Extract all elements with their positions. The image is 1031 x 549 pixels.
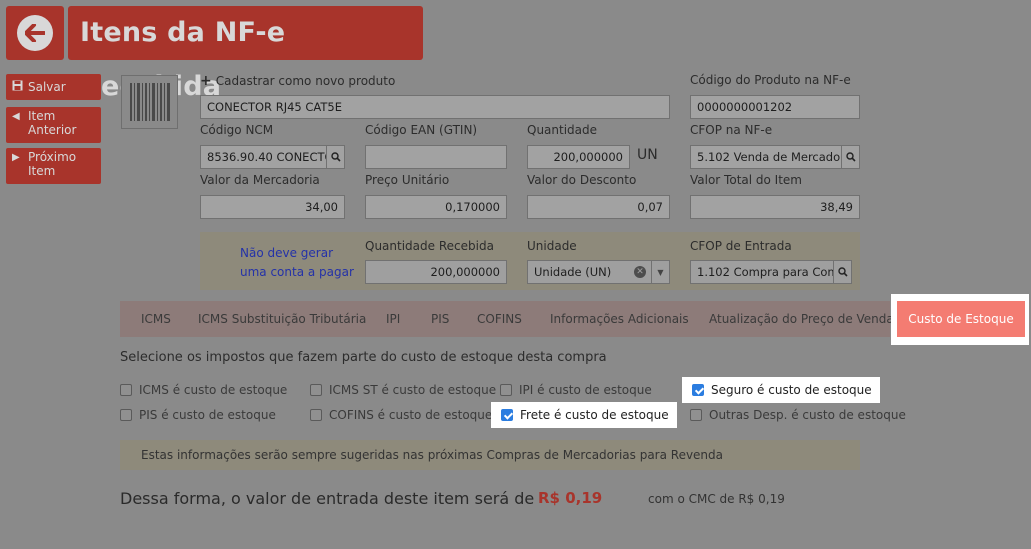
- checkbox-insurance[interactable]: Seguro é custo de estoque: [682, 377, 880, 403]
- unit-select[interactable]: Unidade (UN) ✕ ▼: [527, 260, 670, 284]
- product-name-field[interactable]: CONECTOR RJ45 CAT5E: [200, 95, 670, 119]
- previous-item-button[interactable]: ◀ Item Anterior: [6, 107, 101, 143]
- checkbox-freight[interactable]: Frete é custo de estoque: [491, 402, 677, 428]
- search-icon[interactable]: [841, 146, 859, 168]
- checkbox-label: PIS é custo de estoque: [139, 408, 276, 422]
- search-icon[interactable]: [326, 146, 344, 168]
- tab-icms[interactable]: ICMS: [141, 301, 171, 337]
- tab-icms-st[interactable]: ICMS Substituição Tributária: [198, 301, 366, 337]
- merchandise-value-field[interactable]: 34,00: [200, 195, 345, 219]
- previous-item-label-2: Anterior: [28, 123, 77, 137]
- cmc-value: com o CMC de R$ 0,19: [648, 492, 785, 506]
- info-notice: Estas informações serão sempre sugeridas…: [120, 440, 860, 470]
- tab-cofins[interactable]: COFINS: [477, 301, 522, 337]
- save-label: Salvar: [28, 80, 66, 94]
- floppy-disk-icon: [12, 80, 23, 96]
- unit-value: Unidade (UN): [534, 265, 612, 279]
- cfop-in-label: CFOP de Entrada: [690, 239, 792, 253]
- checkbox-icms[interactable]: ICMS é custo de estoque: [120, 383, 287, 397]
- no-payable-line1: Não deve gerar: [240, 246, 334, 260]
- arrow-left-icon: [17, 15, 53, 51]
- caret-left-icon: ◀: [12, 111, 20, 122]
- back-button[interactable]: [6, 6, 64, 60]
- product-code-label: Código do Produto na NF-e: [690, 73, 851, 87]
- ncm-label: Código NCM: [200, 123, 274, 137]
- entry-value-summary: Dessa forma, o valor de entrada deste it…: [120, 489, 535, 508]
- checkbox-box-checked[interactable]: [501, 409, 513, 421]
- checkbox-box[interactable]: [310, 384, 322, 396]
- tab-pis[interactable]: PIS: [431, 301, 449, 337]
- checkbox-box[interactable]: [690, 409, 702, 421]
- unit-label: Unidade: [527, 239, 577, 253]
- checkbox-box[interactable]: [120, 409, 132, 421]
- tab-price-update[interactable]: Atualização do Preço de Venda: [709, 301, 894, 337]
- add-new-product-label: Cadastrar como novo produto: [215, 74, 396, 88]
- cfop-in-value: 1.102 Compra para Comercialização: [697, 265, 833, 279]
- previous-item-label-1: Item: [28, 109, 56, 123]
- checkbox-label: Outras Desp. é custo de estoque: [709, 408, 906, 422]
- chevron-down-icon[interactable]: ▼: [651, 261, 669, 283]
- plus-icon: +: [200, 73, 212, 89]
- checkbox-label: Seguro é custo de estoque: [711, 383, 872, 397]
- checkbox-box-checked[interactable]: [692, 384, 704, 396]
- checkbox-label: Frete é custo de estoque: [520, 408, 669, 422]
- next-item-label-1: Próximo: [28, 150, 77, 164]
- next-item-label-2: Item: [28, 164, 56, 178]
- ncm-value: 8536.90.40 CONECTORES: [207, 150, 326, 164]
- clear-icon[interactable]: ✕: [634, 266, 646, 278]
- checkbox-icms-st[interactable]: ICMS ST é custo de estoque: [310, 383, 496, 397]
- product-code-field[interactable]: 0000000001202: [690, 95, 860, 119]
- quantity-label: Quantidade: [527, 123, 598, 137]
- save-button[interactable]: Salvar: [6, 74, 101, 100]
- checkbox-other-expenses[interactable]: Outras Desp. é custo de estoque: [690, 408, 906, 422]
- next-item-button[interactable]: ▶ Próximo Item: [6, 148, 101, 184]
- discount-field[interactable]: 0,07: [527, 195, 670, 219]
- cfop-label: CFOP na NF-e: [690, 123, 773, 137]
- checkbox-box[interactable]: [310, 409, 322, 421]
- no-payable-line2: uma conta a pagar: [240, 265, 354, 279]
- discount-label: Valor do Desconto: [527, 173, 637, 187]
- checkbox-ipi[interactable]: IPI é custo de estoque: [500, 383, 652, 397]
- checkbox-pis[interactable]: PIS é custo de estoque: [120, 408, 276, 422]
- ean-label: Código EAN (GTIN): [365, 123, 478, 137]
- checkbox-box[interactable]: [120, 384, 132, 396]
- checkbox-label: ICMS ST é custo de estoque: [329, 383, 497, 397]
- entry-value-price: R$ 0,19: [538, 489, 603, 507]
- add-new-product-link[interactable]: + Cadastrar como novo produto: [200, 73, 395, 89]
- tab-ipi[interactable]: IPI: [386, 301, 400, 337]
- cfop-in-field[interactable]: 1.102 Compra para Comercialização: [690, 260, 852, 284]
- checkbox-cofins[interactable]: COFINS é custo de estoque: [310, 408, 492, 422]
- total-field[interactable]: 38,49: [690, 195, 860, 219]
- ean-field[interactable]: [365, 145, 507, 169]
- tab-info[interactable]: Informações Adicionais: [550, 301, 689, 337]
- checkbox-label: COFINS é custo de estoque: [329, 408, 493, 422]
- merchandise-value-label: Valor da Mercadoria: [200, 173, 320, 187]
- cfop-field[interactable]: 5.102 Venda de Mercadoria: [690, 145, 860, 169]
- unit-price-field[interactable]: 0,170000: [365, 195, 507, 219]
- barcode-icon: [121, 75, 178, 129]
- total-label: Valor Total do Item: [690, 173, 802, 187]
- checkbox-label: ICMS é custo de estoque: [139, 383, 288, 397]
- unit-price-label: Preço Unitário: [365, 173, 450, 187]
- cfop-value: 5.102 Venda de Mercadoria: [697, 150, 842, 164]
- caret-right-icon: ▶: [12, 152, 20, 163]
- page-title: Itens da NF-e Recebida: [68, 6, 423, 102]
- search-icon[interactable]: [833, 261, 851, 283]
- checkbox-label: IPI é custo de estoque: [519, 383, 652, 397]
- quantity-unit: UN: [637, 147, 658, 163]
- tab-stock-cost[interactable]: Custo de Estoque: [897, 301, 1025, 337]
- ncm-field[interactable]: 8536.90.40 CONECTORES: [200, 145, 345, 169]
- stock-instruction: Selecione os impostos que fazem parte do…: [120, 350, 607, 365]
- qty-received-label: Quantidade Recebida: [365, 239, 494, 253]
- no-payable-link[interactable]: Não deve gerar uma conta a pagar: [240, 244, 354, 282]
- qty-received-field[interactable]: 200,000000: [365, 260, 507, 284]
- quantity-field[interactable]: 200,000000: [527, 145, 630, 169]
- checkbox-box[interactable]: [500, 384, 512, 396]
